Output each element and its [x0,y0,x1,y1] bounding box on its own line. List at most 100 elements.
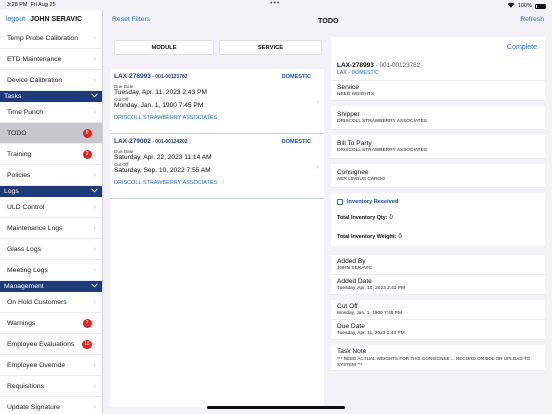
task-note-label: Task Note [337,348,367,355]
sidebar-item[interactable]: TODO 9 › [0,123,102,144]
sidebar-section-header[interactable]: Tasks [0,91,102,102]
sidebar-item-label: Glass Logs [7,245,42,253]
inventory-weight-label: Total Inventory Weight: [337,234,397,240]
chevron-right-icon: › [93,150,96,158]
item-type: DOMESTIC [281,74,311,80]
user-name: JOHN SERAVIC [30,15,83,23]
bill-to-block: Bill To Party DRISCOLL STRAWBERRY ASSOCI… [331,135,545,159]
cutoff-value: Monday, Jan. 1, 1900 7:45 PM [114,102,204,109]
chevron-down-icon [91,283,98,290]
chevron-right-icon: › [93,245,96,253]
inventory-block: Inventory Received Total Inventory Qty: 0… [331,193,545,246]
sidebar-item-label: On Hold Customers [7,298,67,306]
sidebar-item[interactable]: Update Signature › [0,397,102,414]
detail-type: DOMESTIC [351,70,379,76]
sidebar-item-right: › [94,362,96,369]
detail-header-block: Complete LAX-278993 - 001-00123782 LAX -… [331,37,545,101]
added-date-value: Tuesday, Apr. 10, 2023 2:43 PM [337,286,405,291]
chevron-right-icon: › [93,108,96,116]
sidebar-item-label: Meeting Logs [7,266,48,274]
chevron-right-icon: › [93,203,96,211]
inventory-weight: Total Inventory Weight: 0 [337,234,539,240]
detail-awb: LAX-278993 [337,62,374,69]
service-filter-button[interactable]: SERVICE [219,40,322,55]
top-nav: Reset Filters TODO Refresh [104,10,552,30]
added-date-row: Added Date Tuesday, Apr. 10, 2023 2:43 P… [331,275,545,295]
inventory-qty-label: Total Inventory Qty: [337,215,388,221]
customer-name: DRISCOLL STRAWBERRY ASSOCIATES [114,180,218,186]
inventory-weight-value: 0 [398,234,402,240]
sidebar-item[interactable]: On Hold Customers › [0,292,102,313]
chevron-right-icon: › [93,171,96,179]
checkbox[interactable] [337,199,343,205]
status-time: 3:28 PM Fri Aug 25 [7,2,56,8]
sidebar-item[interactable]: Requisitions › [0,376,102,397]
sidebar-item-label: Maintenance Logs [7,224,63,232]
sidebar-item[interactable]: ETD Maintenance › [0,49,102,70]
sidebar-item[interactable]: Warnings 7 › [0,313,102,334]
sidebar-item-right: 2 › [82,149,96,159]
cut-off-value: Monday, Jan. 1, 1900 7:45 PM [337,311,402,316]
sidebar-item-right: › [94,299,96,306]
reset-filters-button[interactable]: Reset Filters [112,16,150,23]
audit-block: Added By JOHN SERAVIC Added Date Tuesday… [331,255,545,295]
inventory-qty: Total Inventory Qty: 0 [337,215,539,221]
battery-percent: 100% [517,3,532,9]
module-filter-button[interactable]: MODULE [114,40,214,55]
sidebar-item[interactable]: Glass Logs › [0,239,102,260]
shipper-row: Shipper DRISCOLL STRAWBERRY ASSOCIATES [331,106,545,130]
sidebar-item-right: 9 › [82,128,96,138]
sidebar-item[interactable]: Maintenance Logs › [0,218,102,239]
detail-origin-type: LAX - DOMESTIC [337,70,539,76]
chevron-right-icon: › [93,298,96,306]
sidebar-item[interactable]: Meeting Logs › [0,260,102,281]
sidebar-item[interactable]: Time Punch › [0,102,102,123]
chevron-right-icon: › [316,97,319,106]
sidebar-section-label: Logs [4,188,19,195]
added-date-label: Added Date [337,278,372,285]
sidebar-item-right: › [94,204,96,211]
chevron-right-icon: › [316,162,319,171]
clock-time: 3:28 PM [7,2,28,8]
sidebar-item-label: Training [7,150,32,158]
multitasking-dots-icon[interactable]: ••• [270,0,280,7]
detail-header: LAX-278993 - 001-00123782 LAX - DOMESTIC [331,57,545,81]
inventory-qty-value: 0 [389,215,393,221]
bill-to-row: Bill To Party DRISCOLL STRAWBERRY ASSOCI… [331,135,545,159]
sidebar-section-header[interactable]: Management [0,281,102,292]
sidebar-item[interactable]: Employee Evaluations 16 › [0,334,102,355]
task-note-value: *** NEED ACTUAL WEIGHTS FOR THIS CONSIGN… [337,356,531,367]
sidebar-item-label: TODO [7,129,27,137]
home-indicator[interactable] [207,406,345,409]
battery-icon [535,3,546,9]
chevron-right-icon: › [93,382,96,390]
status-bar: 3:28 PM Fri Aug 25 ••• 100% [0,0,552,10]
clock-date: Fri Aug 25 [30,2,56,8]
cut-off-row: Cut Off Monday, Jan. 1, 1900 7:45 PM [331,300,545,320]
sidebar-item-label: Temp Probe Calibration [7,34,79,42]
sidebar-item-label: Warnings [7,319,36,327]
sidebar-item[interactable]: Temp Probe Calibration › [0,28,102,49]
parties-block: Shipper DRISCOLL STRAWBERRY ASSOCIATES [331,106,545,130]
cut-off-label: Cut Off [337,303,358,310]
sidebar-item-right: 16 › [82,339,96,349]
sidebar-item[interactable]: Policies › [0,165,102,186]
sidebar-item[interactable]: Device Calibration › [0,70,102,91]
inventory-received-toggle[interactable]: Inventory Received [337,199,539,205]
sidebar-item[interactable]: Employee Override › [0,355,102,376]
todo-list-item[interactable]: LAX-278993 - 001-00123782 DOMESTIC Due D… [110,69,324,134]
added-by-value: JOHN SERAVIC [337,266,373,271]
item-type: DOMESTIC [281,139,311,145]
due-date-row: Due Date Tuesday, Apr. 11, 2023 2:43 PM [331,320,545,340]
sidebar-item[interactable]: ULD Control › [0,197,102,218]
logout-link[interactable]: logout [6,16,25,23]
due-date-value: Tuesday, Apr. 11, 2023 2:43 PM [337,331,405,336]
todo-list-item[interactable]: LAX-279002 - 001-00124202 DOMESTIC Due D… [110,134,324,199]
sidebar-item-label: Device Calibration [7,76,63,84]
complete-button[interactable]: Complete [331,37,545,57]
sidebar-section-header[interactable]: Logs [0,186,102,197]
sidebar-item[interactable]: Training 2 › [0,144,102,165]
consignee-row: Consignee AER LINGUS CARGO [331,164,545,188]
refresh-button[interactable]: Refresh [520,16,544,23]
chevron-down-icon [91,93,98,100]
